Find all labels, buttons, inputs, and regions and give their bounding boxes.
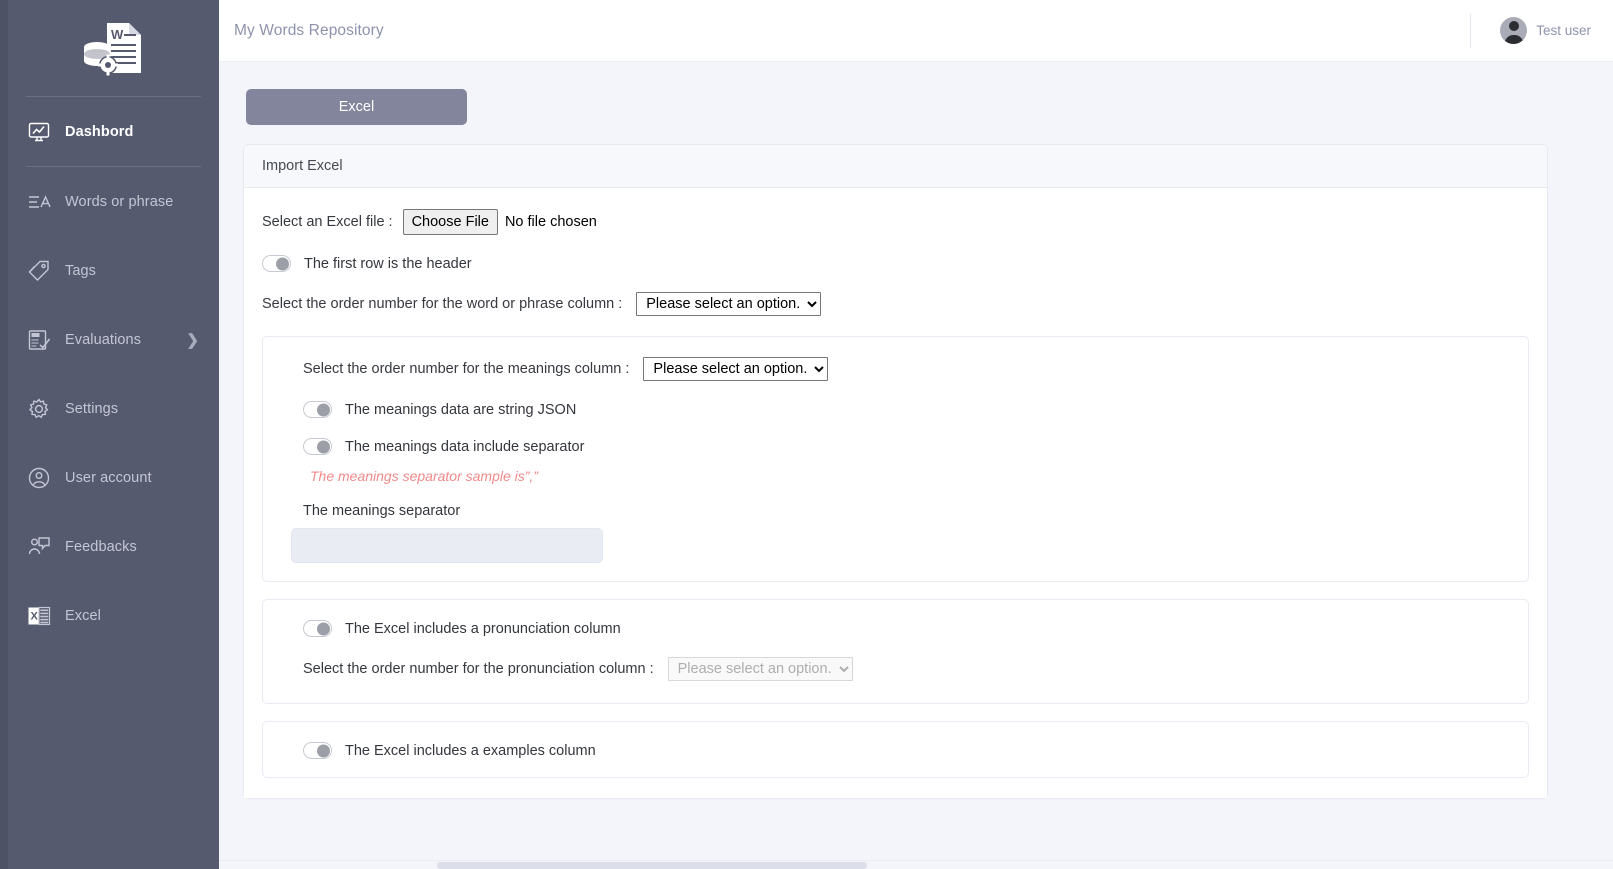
meanings-separator-row: The meanings data include separator: [303, 438, 1508, 455]
pronunciation-column-select[interactable]: Please select an option.: [667, 657, 853, 681]
sidebar-item-feedbacks[interactable]: Feedbacks: [0, 512, 219, 581]
topbar: My Words Repository Test user: [219, 0, 1613, 62]
tab-row: Excel: [219, 89, 1613, 125]
svg-text:X: X: [31, 610, 39, 622]
word-column-label: Select the order number for the word or …: [262, 296, 623, 312]
examples-toggle[interactable]: [303, 742, 332, 759]
word-column-select[interactable]: Please select an option.: [636, 292, 822, 316]
svg-text:W: W: [111, 27, 124, 42]
gear-icon: [26, 396, 52, 422]
file-select-row: Select an Excel file : Choose File No fi…: [262, 209, 1529, 235]
sidebar-item-label: Excel: [65, 607, 101, 624]
main-area: My Words Repository Test user Excel Impo…: [219, 0, 1613, 869]
meanings-separator-toggle-label: The meanings data include separator: [345, 438, 585, 455]
exam-checklist-icon: [26, 327, 52, 353]
avatar-body: [1504, 35, 1524, 44]
topbar-separator: [1470, 13, 1472, 48]
pronunciation-column-label: Select the order number for the pronunci…: [303, 661, 654, 677]
choose-file-button[interactable]: Choose File: [402, 209, 498, 235]
meanings-separator-input[interactable]: [291, 528, 603, 563]
meanings-json-row: The meanings data are string JSON: [303, 401, 1508, 418]
sidebar-item-label: User account: [65, 469, 152, 486]
horizontal-scrollbar[interactable]: [219, 860, 1613, 869]
first-row-header-row: The first row is the header: [262, 255, 1529, 272]
tab-excel[interactable]: Excel: [246, 89, 467, 125]
sidebar-item-evaluations[interactable]: Evaluations ❯: [0, 305, 219, 374]
chevron-right-icon[interactable]: ❯: [186, 331, 199, 349]
toggle-knob: [317, 744, 330, 757]
pronunciation-column-row: Select the order number for the pronunci…: [303, 657, 1508, 681]
pronunciation-section: The Excel includes a pronunciation colum…: [262, 599, 1529, 704]
first-row-header-label: The first row is the header: [304, 255, 472, 272]
toggle-knob: [276, 257, 289, 270]
card-title: Import Excel: [244, 145, 1547, 188]
sidebar-item-label: Tags: [65, 262, 97, 279]
user-avatar-icon[interactable]: [1500, 17, 1528, 44]
sidebar-item-excel[interactable]: X Excel: [0, 581, 219, 650]
pronunciation-toggle-row: The Excel includes a pronunciation colum…: [303, 620, 1508, 637]
sidebar-item-label: Settings: [65, 400, 119, 417]
sidebar-item-label: Feedbacks: [65, 538, 137, 555]
user-name-label[interactable]: Test user: [1536, 23, 1591, 38]
sidebar: W Dashbord Words or phrase Tags Evaluati…: [0, 0, 219, 869]
pronunciation-toggle-label: The Excel includes a pronunciation colum…: [345, 620, 621, 637]
text-lines-a-icon: [26, 189, 52, 215]
examples-section: The Excel includes a examples column: [262, 721, 1529, 778]
sidebar-item-settings[interactable]: Settings: [0, 374, 219, 443]
app-logo[interactable]: W: [0, 0, 219, 96]
dashboard-monitor-icon: [26, 119, 52, 145]
word-document-database-logo-icon: W: [81, 19, 147, 77]
meanings-column-select[interactable]: Please select an option.: [643, 357, 829, 381]
import-excel-card: Import Excel Select an Excel file : Choo…: [243, 144, 1548, 799]
scrollbar-thumb[interactable]: [437, 862, 867, 869]
meanings-json-label: The meanings data are string JSON: [345, 401, 577, 418]
sidebar-item-tags[interactable]: Tags: [0, 236, 219, 305]
meanings-json-toggle[interactable]: [303, 401, 332, 418]
sidebar-nav: Dashbord Words or phrase Tags Evaluation…: [0, 97, 219, 650]
avatar-head: [1508, 21, 1519, 31]
sidebar-item-label: Words or phrase: [65, 193, 174, 210]
app-root: W Dashbord Words or phrase Tags Evaluati…: [0, 0, 1613, 869]
sidebar-item-label: Evaluations: [65, 331, 142, 348]
meanings-separator-toggle[interactable]: [303, 438, 332, 455]
excel-file-icon: X: [26, 603, 52, 629]
meanings-separator-hint: The meanings separator sample is”,”: [310, 468, 538, 484]
sidebar-item-words-or-phrase[interactable]: Words or phrase: [0, 167, 219, 236]
file-status-label: No file chosen: [504, 214, 597, 230]
card-body: Select an Excel file : Choose File No fi…: [244, 188, 1547, 798]
first-row-header-toggle[interactable]: [262, 255, 291, 272]
sidebar-item-label: Dashbord: [65, 123, 134, 140]
examples-toggle-row: The Excel includes a examples column: [303, 742, 1508, 759]
meanings-separator-field-label: The meanings separator: [303, 503, 461, 519]
pronunciation-toggle[interactable]: [303, 620, 332, 637]
file-select-label: Select an Excel file :: [262, 214, 393, 230]
content-scroll-area: Excel Import Excel Select an Excel file …: [219, 62, 1613, 869]
toggle-knob: [317, 403, 330, 416]
topbar-right: Test user: [1470, 0, 1591, 61]
feedback-person-icon: [26, 534, 52, 560]
toggle-knob: [317, 440, 330, 453]
meanings-section: Select the order number for the meanings…: [262, 336, 1529, 582]
tag-icon: [26, 258, 52, 284]
examples-toggle-label: The Excel includes a examples column: [345, 742, 596, 759]
sidebar-item-dashbord[interactable]: Dashbord: [0, 97, 219, 166]
toggle-knob: [317, 622, 330, 635]
sidebar-item-user-account[interactable]: User account: [0, 443, 219, 512]
meanings-column-label: Select the order number for the meanings…: [303, 361, 630, 377]
user-circle-icon: [26, 465, 52, 491]
page-title: My Words Repository: [234, 21, 384, 39]
word-column-row: Select the order number for the word or …: [262, 292, 1529, 316]
meanings-column-row: Select the order number for the meanings…: [303, 357, 1508, 381]
